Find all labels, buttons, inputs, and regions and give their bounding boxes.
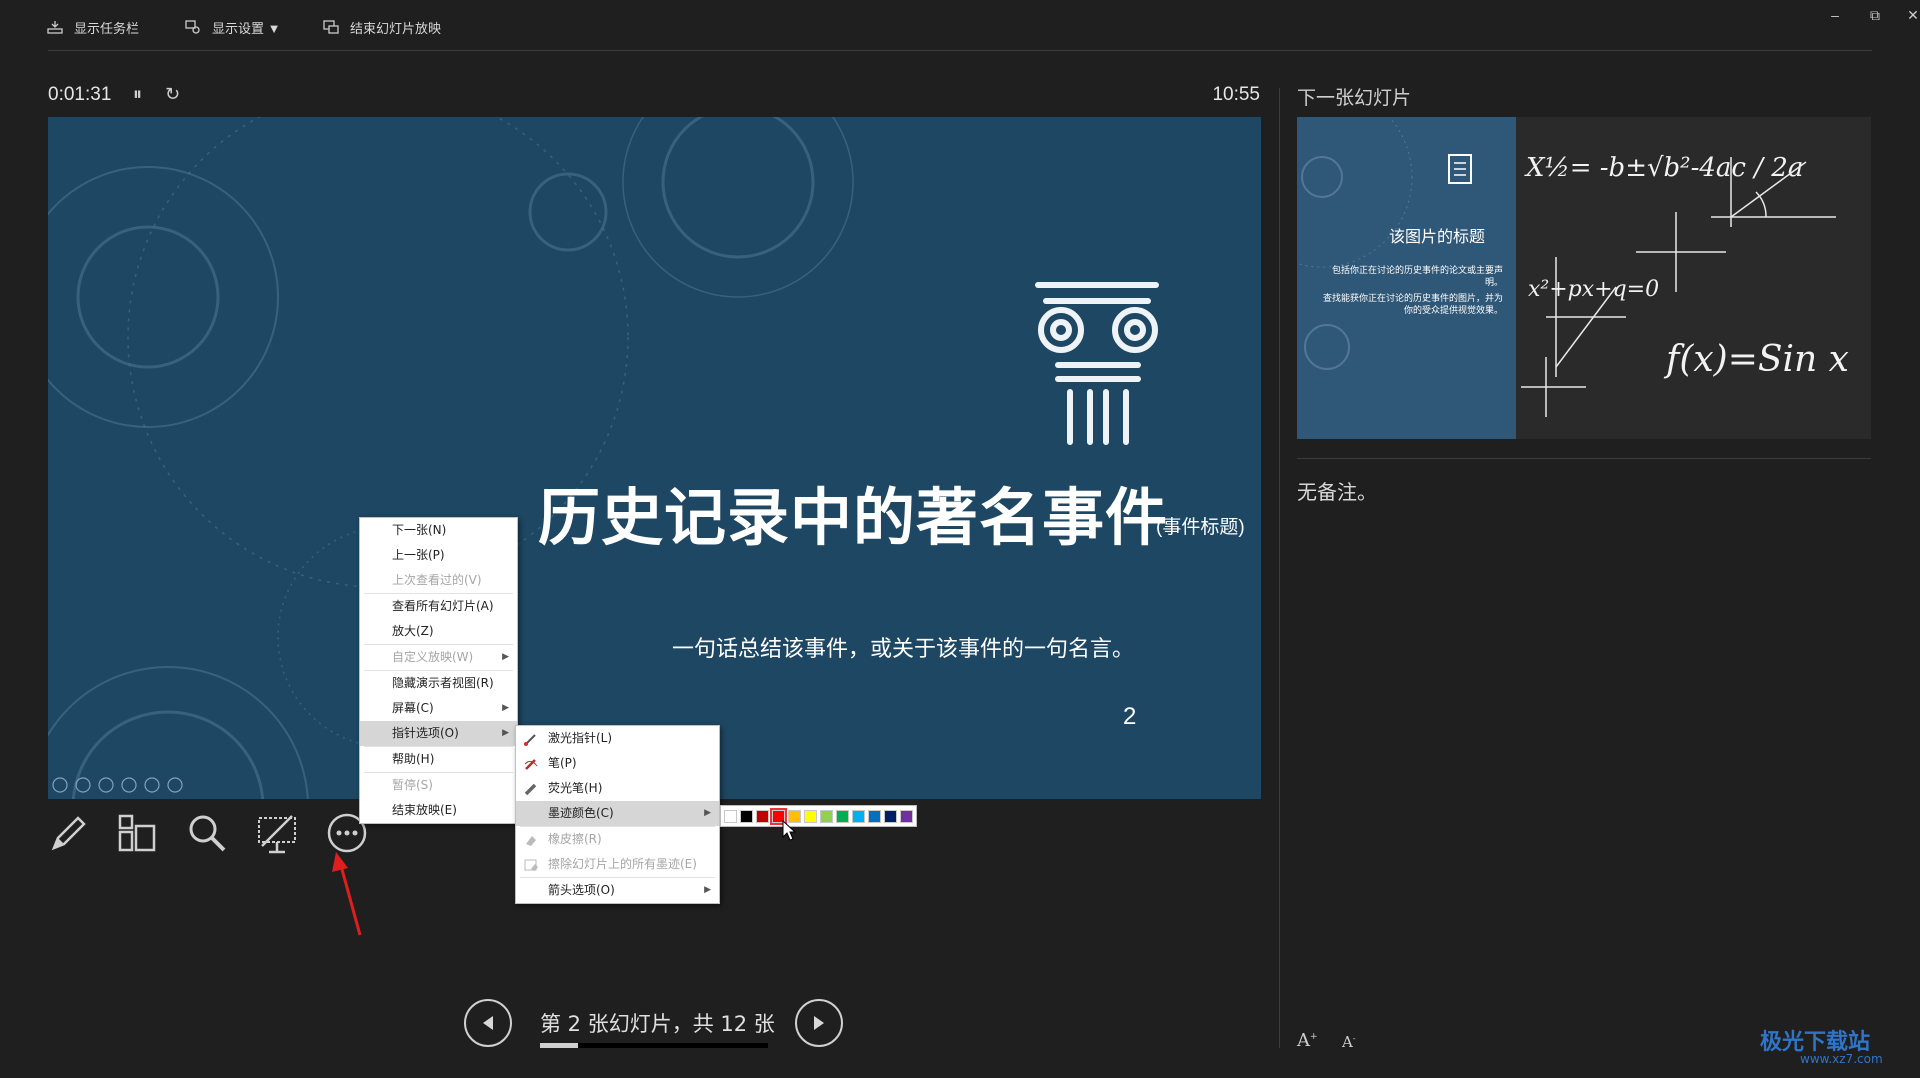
show-taskbar-label: 显示任务栏 [74, 20, 140, 36]
context-menu: 下一张(N) 上一张(P) 上次查看过的(V) 查看所有幻灯片(A) 放大(Z)… [359, 517, 518, 824]
laser-pointer-icon [524, 734, 536, 746]
zoom-icon[interactable] [184, 810, 230, 856]
ink-color-swatch[interactable] [820, 809, 833, 823]
chalkboard-image: X½= -b±√b²-4ac / 2a x²+px+q=0 f(x)=Sin x [1516, 117, 1871, 439]
site-watermark: 极光下载站 www.xz7.com [1760, 1024, 1883, 1066]
display-settings-button[interactable]: 显示设置 ▼ [184, 14, 280, 40]
end-slideshow-label: 结束幻灯片放映 [350, 20, 442, 36]
next-slide-text-panel: 该图片的标题 包括你正在讨论的历史事件的论文或主要声明。 查找能获你正在讨论的历… [1297, 117, 1516, 439]
menu-item-pause[interactable]: 暂停(S) [360, 773, 517, 798]
menu-item-custom-show[interactable]: 自定义放映(W) ▶ [360, 645, 517, 670]
triangle-right-icon [814, 1016, 824, 1030]
current-clock: 10:55 [1212, 84, 1260, 105]
submenu-item-eraser[interactable]: 橡皮擦(R) [516, 827, 719, 852]
menu-item-pointer-options[interactable]: 指针选项(O) ▶ [360, 721, 517, 746]
display-settings-icon [185, 20, 200, 34]
pen-tool-icon[interactable] [46, 810, 92, 856]
submenu-item-arrow-options[interactable]: 箭头选项(O) ▶ [516, 878, 719, 903]
slide-title: 历史记录中的著名事件 [538, 481, 1169, 554]
next-slide-body-line1: 包括你正在讨论的历史事件的论文或主要声明。 [1331, 266, 1503, 288]
pointer-options-submenu: 激光指针(L) 笔(P) 荧光笔(H) 墨迹颜色(C) ▶ 橡皮擦(R) 擦除幻灯… [515, 725, 720, 904]
slide-title-suffix: (事件标题) [1156, 517, 1245, 538]
menu-item-screen[interactable]: 屏幕(C) ▶ [360, 696, 517, 721]
submenu-arrow-icon: ▶ [704, 885, 711, 895]
menu-item-next[interactable]: 下一张(N) [360, 518, 517, 543]
submenu-item-pen[interactable]: 笔(P) [516, 751, 719, 776]
pen-icon [524, 759, 538, 770]
elapsed-timer: 0:01:31 [48, 84, 112, 105]
menu-item-previous[interactable]: 上一张(P) [360, 543, 517, 568]
ink-color-swatch[interactable] [756, 809, 769, 823]
next-slide-body: 包括你正在讨论的历史事件的论文或主要声明。 查找能获你正在讨论的历史事件的图片，… [1323, 265, 1503, 317]
toolbar-divider [48, 50, 1872, 51]
slide-subtitle: 一句话总结该事件，或关于该事件的一句名言。 [672, 636, 1135, 661]
slide-number: 2 [1123, 703, 1137, 730]
ink-color-palette [720, 805, 917, 827]
next-slide-body-line2: 查找能获你正在讨论的历史事件的图片，并为你的受众提供视觉效果。 [1323, 294, 1504, 316]
view-all-slides-icon[interactable] [114, 810, 160, 856]
display-settings-label: 显示设置 ▼ [212, 20, 281, 36]
slide-progress-fill [540, 1043, 578, 1048]
menu-item-last-viewed[interactable]: 上次查看过的(V) [360, 568, 517, 593]
notes-divider [1297, 458, 1871, 459]
ink-color-swatch[interactable] [724, 809, 737, 823]
submenu-arrow-icon: ▶ [704, 808, 711, 818]
erase-all-icon [524, 859, 538, 871]
submenu-arrow-icon: ▶ [502, 703, 509, 713]
next-slide-label: 下一张幻灯片 [1297, 87, 1412, 109]
menu-item-hide-presenter-view[interactable]: 隐藏演示者视图(R) [360, 671, 517, 696]
watermark-url: www.xz7.com [1800, 1052, 1883, 1066]
submenu-item-laser-pointer[interactable]: 激光指针(L) [516, 726, 719, 751]
taskbar-icon [47, 21, 63, 34]
minimize-button[interactable]: – [1820, 4, 1850, 26]
highlighter-icon [524, 783, 537, 796]
increase-font-button[interactable]: A+ [1297, 1030, 1318, 1051]
ink-color-swatch[interactable] [868, 809, 881, 823]
submenu-item-highlighter[interactable]: 荧光笔(H) [516, 776, 719, 801]
next-slide-title: 该图片的标题 [1389, 227, 1486, 246]
pane-divider [1279, 88, 1280, 1048]
next-slide-button[interactable] [795, 999, 843, 1047]
screen-toggle-icon[interactable] [254, 810, 300, 856]
slide-progress-bar [540, 1043, 768, 1048]
menu-item-help[interactable]: 帮助(H) [360, 747, 517, 772]
close-window-button[interactable]: ✕ [1898, 4, 1920, 26]
ink-color-swatch[interactable] [740, 809, 753, 823]
speaker-notes[interactable]: 无备注。 [1297, 476, 1377, 505]
decrease-font-button[interactable]: A- [1342, 1033, 1356, 1051]
restore-button[interactable]: ⧉ [1860, 4, 1890, 26]
current-slide[interactable]: 历史记录中的著名事件 (事件标题) 一句话总结该事件，或关于该事件的一句名言。 … [48, 117, 1261, 799]
ink-color-swatch[interactable] [884, 809, 897, 823]
submenu-arrow-icon: ▶ [502, 728, 509, 738]
ink-color-swatch[interactable] [804, 809, 817, 823]
chalk-graph-lines [1521, 157, 1836, 417]
pause-timer-icon[interactable]: ⏸ [133, 84, 142, 105]
end-slideshow-icon [323, 20, 339, 34]
triangle-left-icon [483, 1016, 493, 1030]
menu-item-end-show[interactable]: 结束放映(E) [360, 798, 517, 823]
previous-slide-button[interactable] [464, 999, 512, 1047]
show-taskbar-button[interactable]: 显示任务栏 [46, 14, 139, 40]
submenu-arrow-icon: ▶ [502, 652, 509, 662]
end-slideshow-button[interactable]: 结束幻灯片放映 [322, 14, 441, 40]
ink-color-swatch[interactable] [836, 809, 849, 823]
annotation-arrow-icon [332, 852, 362, 936]
slide-background-decoration [48, 117, 1159, 799]
submenu-item-ink-color[interactable]: 墨迹颜色(C) ▶ [516, 801, 719, 826]
ink-color-swatch[interactable] [900, 809, 913, 823]
ink-color-swatch[interactable] [852, 809, 865, 823]
submenu-item-erase-all-ink[interactable]: 擦除幻灯片上的所有墨迹(E) [516, 852, 719, 877]
menu-item-zoom-in[interactable]: 放大(Z) [360, 619, 517, 644]
reset-timer-icon[interactable]: ↻ [165, 84, 180, 105]
menu-item-see-all-slides[interactable]: 查看所有幻灯片(A) [360, 594, 517, 619]
mouse-cursor-icon [782, 820, 796, 841]
slide-status: 第 2 张幻灯片，共 12 张 [540, 1012, 775, 1036]
next-slide-preview[interactable]: 该图片的标题 包括你正在讨论的历史事件的论文或主要声明。 查找能获你正在讨论的历… [1297, 117, 1871, 439]
eraser-icon [526, 836, 536, 846]
